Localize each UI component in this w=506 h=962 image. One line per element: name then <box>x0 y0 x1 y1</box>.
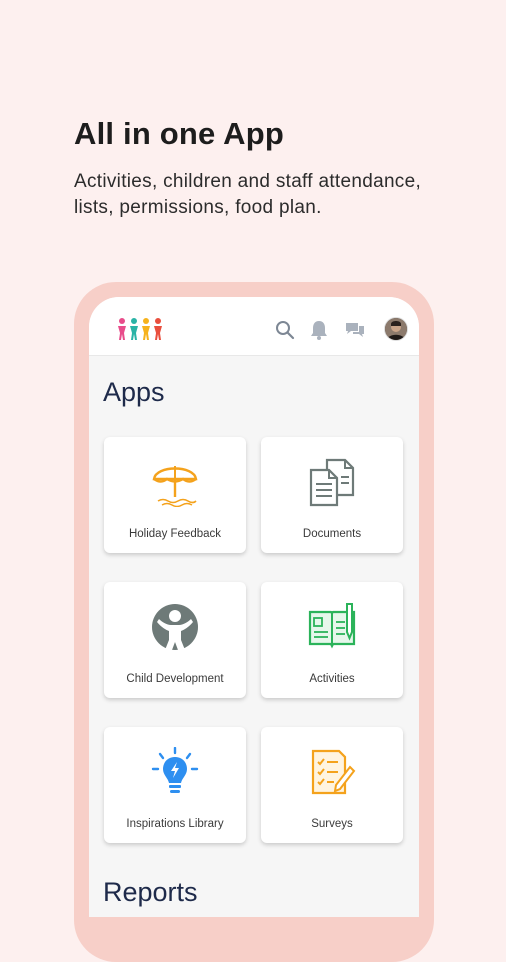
app-screen: Apps Holiday Feedback Documents Child De… <box>89 297 419 917</box>
tile-label: Documents <box>302 528 362 540</box>
tile-label: Holiday Feedback <box>128 528 222 540</box>
beach-umbrella-icon <box>152 466 198 507</box>
user-avatar[interactable] <box>385 318 407 340</box>
documents-icon <box>309 458 355 507</box>
tile-label: Surveys <box>311 818 353 830</box>
app-tile-holiday-feedback[interactable]: Holiday Feedback <box>104 437 246 553</box>
survey-icon <box>311 749 356 795</box>
promo-headline: All in one App <box>74 116 285 151</box>
app-tile-activities[interactable]: Activities <box>261 582 403 698</box>
app-tile-documents[interactable]: Documents <box>261 437 403 553</box>
person-icon <box>385 318 407 340</box>
app-tile-child-development[interactable]: Child Development <box>104 582 246 698</box>
tile-label: Activities <box>309 673 355 685</box>
reports-section-title: Reports <box>103 877 198 907</box>
child-development-icon <box>152 604 198 650</box>
tile-label: Child Development <box>126 673 224 685</box>
apps-section-title: Apps <box>103 377 165 407</box>
app-tile-surveys[interactable]: Surveys <box>261 727 403 843</box>
book-pen-icon <box>308 603 356 649</box>
tile-label: Inspirations Library <box>126 818 224 830</box>
bell-icon[interactable] <box>308 319 330 341</box>
promo-subline: Activities, children and staff attendanc… <box>74 171 422 218</box>
lightbulb-icon <box>151 747 199 793</box>
chat-icon[interactable] <box>344 319 366 341</box>
app-topbar <box>89 297 419 356</box>
search-icon[interactable] <box>274 319 296 341</box>
app-tile-inspirations-library[interactable]: Inspirations Library <box>104 727 246 843</box>
kids-logo <box>118 318 162 340</box>
